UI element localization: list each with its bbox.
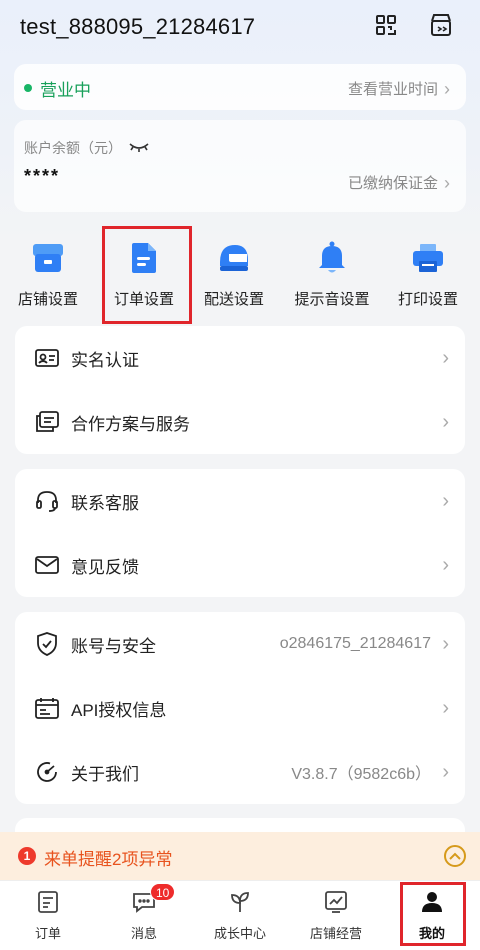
account-group: 账号与安全 o2846175_21284617 › API授权信息 › 关于我们… <box>15 612 465 804</box>
account-id-value: o2846175_21284617 <box>279 635 431 652</box>
printer-icon <box>410 240 446 276</box>
tab-store-operations[interactable]: 店铺经营 <box>288 881 384 950</box>
documents-icon <box>35 410 59 434</box>
chevron-right-icon: › <box>442 410 449 433</box>
deposit-link[interactable]: 已缴纳保证金 › <box>348 172 450 193</box>
version-value: V3.8.7（9582c6b） <box>291 766 431 783</box>
order-tab-icon <box>35 889 61 915</box>
alert-text: 来单提醒2项异常 <box>44 850 173 869</box>
row-label: 账号与安全 <box>71 636 156 656</box>
row-api-auth[interactable]: API授权信息 › <box>15 676 465 740</box>
tab-orders[interactable]: 订单 <box>0 881 96 950</box>
chevron-right-icon: › <box>442 489 449 512</box>
header: test_888095_21284617 <box>0 0 480 56</box>
tab-label: 成长中心 <box>213 926 266 941</box>
balance-card: 账户余额（元） **** 已缴纳保证金 › <box>14 120 466 212</box>
row-label: 关于我们 <box>71 764 139 784</box>
about-gauge-icon <box>35 760 59 784</box>
support-group: 联系客服 › 意见反馈 › <box>15 469 465 597</box>
tab-label: 订单 <box>34 926 61 941</box>
chevron-right-icon: › <box>444 172 450 193</box>
balance-label: 账户余额（元） <box>24 140 122 156</box>
shortcut-label: 配送设置 <box>203 291 264 308</box>
shortcut-label: 店铺设置 <box>17 291 78 308</box>
status-dot <box>24 84 32 92</box>
deposit-label: 已缴纳保证金 <box>347 175 438 192</box>
alert-count: 1 <box>18 847 36 865</box>
tab-label: 消息 <box>130 926 157 941</box>
row-label: 联系客服 <box>71 493 139 513</box>
shield-icon <box>35 632 59 656</box>
chevron-right-icon: › <box>442 632 449 655</box>
balance-label-row: 账户余额（元） <box>24 138 150 158</box>
chart-board-icon <box>323 889 349 915</box>
chevron-right-icon: › <box>442 346 449 369</box>
shortcut-print-settings[interactable]: 打印设置 <box>380 240 476 320</box>
delivery-helmet-icon <box>216 240 252 276</box>
business-status: 营业中 <box>40 81 91 100</box>
tab-messages[interactable]: 10 消息 <box>96 881 192 950</box>
row-label: 合作方案与服务 <box>71 414 190 434</box>
shortcut-delivery-settings[interactable]: 配送设置 <box>186 240 282 320</box>
row-account-security[interactable]: 账号与安全 o2846175_21284617 › <box>15 612 465 676</box>
row-label: 实名认证 <box>71 350 139 370</box>
shortcut-label: 打印设置 <box>397 291 458 308</box>
sprout-icon <box>227 889 253 915</box>
account-name: test_888095_21284617 <box>20 14 256 39</box>
chevron-right-icon: › <box>444 78 450 99</box>
store-settings-icon <box>30 240 66 276</box>
mail-icon <box>35 553 59 577</box>
tab-label: 店铺经营 <box>309 926 362 941</box>
balance-value: **** <box>24 166 61 186</box>
row-about-us[interactable]: 关于我们 V3.8.7（9582c6b） › <box>15 740 465 804</box>
row-cooperation-services[interactable]: 合作方案与服务 › <box>15 390 465 454</box>
shortcut-sound-settings[interactable]: 提示音设置 <box>284 240 380 320</box>
shortcut-label: 提示音设置 <box>294 291 370 308</box>
eye-closed-icon[interactable] <box>128 140 150 156</box>
row-feedback[interactable]: 意见反馈 › <box>15 533 465 597</box>
row-contact-support[interactable]: 联系客服 › <box>15 469 465 533</box>
row-real-name-verification[interactable]: 实名认证 › <box>15 326 465 390</box>
headset-icon <box>35 489 59 513</box>
store-icon[interactable] <box>426 10 456 40</box>
business-status-card[interactable]: 营业中 查看营业时间 › <box>14 64 466 110</box>
shortcut-grid: 店铺设置 订单设置 配送设置 提示音设置 打印设置 <box>0 228 480 324</box>
chevron-right-icon: › <box>442 696 449 719</box>
id-card-icon <box>35 346 59 370</box>
mine-tab-highlight <box>400 882 466 946</box>
api-calendar-icon <box>35 696 59 720</box>
chevron-up-icon[interactable] <box>444 845 466 867</box>
order-settings-highlight <box>102 226 192 324</box>
view-hours-label: 查看营业时间 <box>347 81 438 98</box>
row-label: 意见反馈 <box>71 557 139 577</box>
shortcut-store-settings[interactable]: 店铺设置 <box>0 240 96 320</box>
row-label: API授权信息 <box>71 700 167 720</box>
view-hours-link[interactable]: 查看营业时间 › <box>348 78 450 99</box>
verification-group: 实名认证 › 合作方案与服务 › <box>15 326 465 454</box>
qr-code-icon[interactable] <box>371 10 401 40</box>
chevron-right-icon: › <box>442 760 449 783</box>
chevron-right-icon: › <box>442 553 449 576</box>
tab-growth-center[interactable]: 成长中心 <box>192 881 288 950</box>
message-count-badge: 10 <box>150 883 176 901</box>
bell-icon <box>314 240 350 276</box>
order-alert-bar[interactable]: 1 来单提醒2项异常 <box>0 832 480 880</box>
